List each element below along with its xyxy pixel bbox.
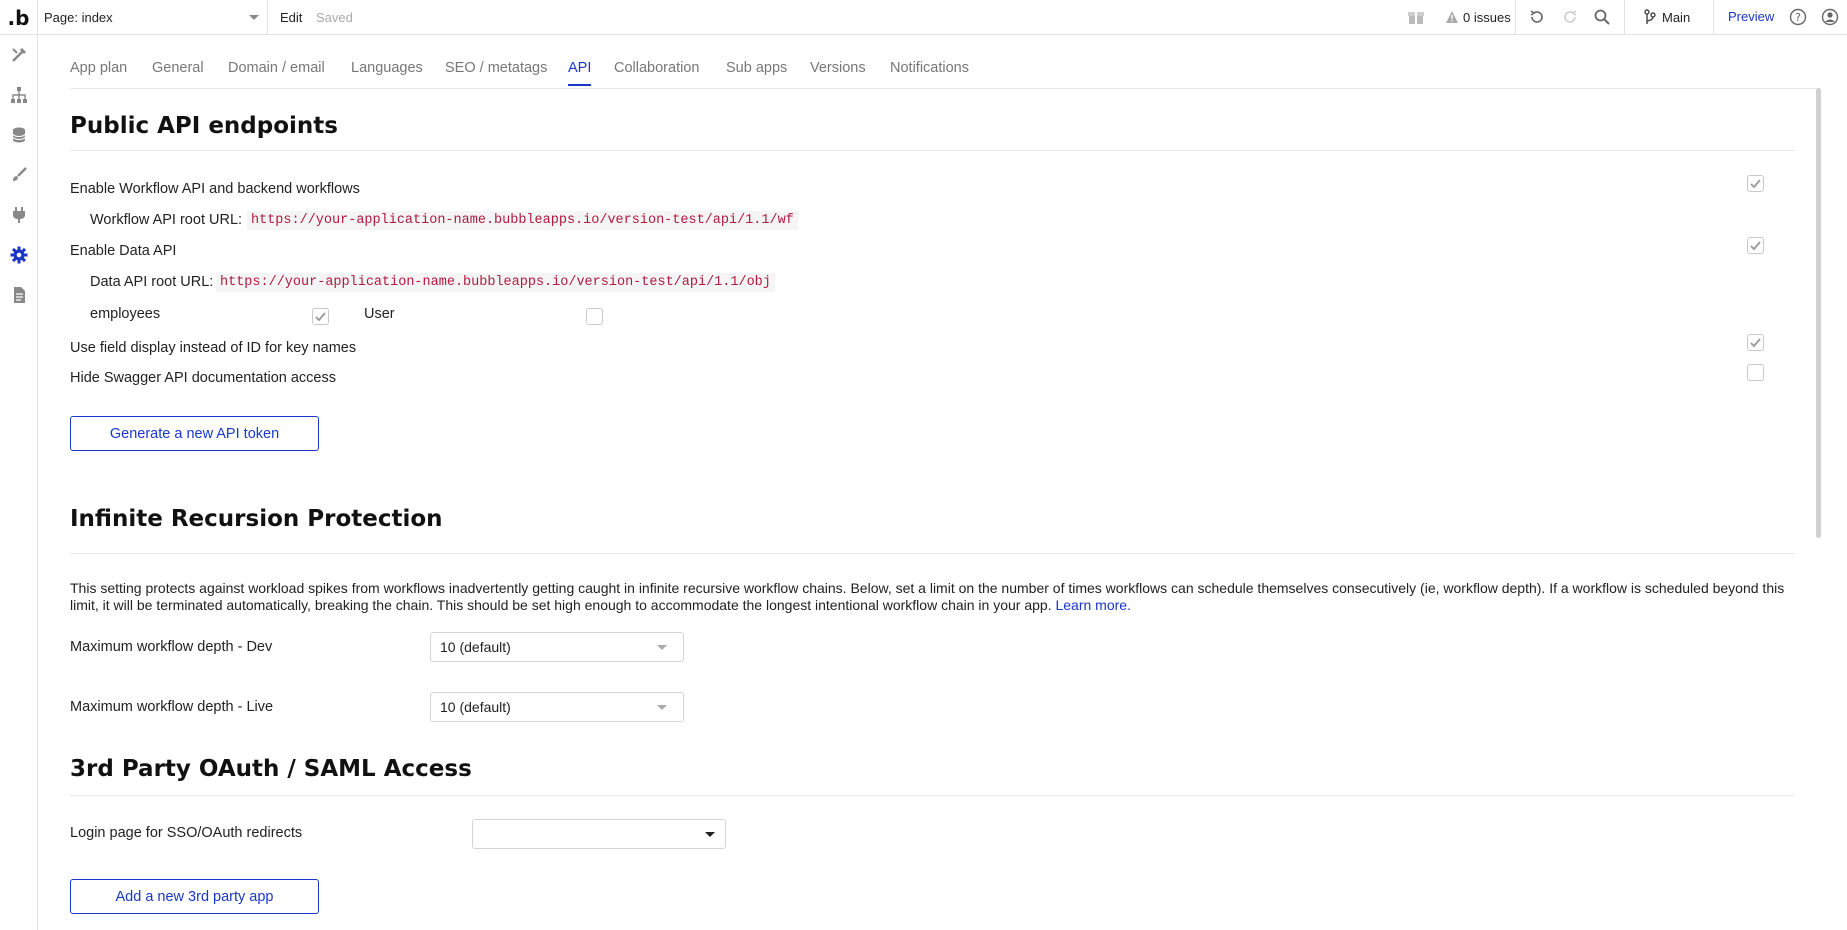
chevron-down-icon: [705, 832, 715, 837]
check-icon: [1750, 241, 1761, 251]
chevron-down-icon: [249, 15, 259, 20]
settings-gear-icon[interactable]: [9, 245, 29, 265]
page-selector[interactable]: Page: index: [38, 0, 268, 35]
learn-more-link[interactable]: Learn more.: [1055, 597, 1130, 613]
edit-menu[interactable]: Edit: [280, 10, 302, 25]
workflow-api-root-url: https://your-application-name.bubbleapps…: [247, 211, 798, 230]
section-divider: [70, 795, 1795, 796]
tab-domain-email[interactable]: Domain / email: [228, 60, 325, 76]
data-api-root-label: Data API root URL:: [90, 274, 214, 290]
preview-button[interactable]: Preview: [1728, 9, 1774, 24]
data-api-root-url: https://your-application-name.bubbleapps…: [216, 273, 775, 292]
workflow-api-root-label: Workflow API root URL:: [90, 212, 243, 228]
section-title-recursion: Infinite Recursion Protection: [70, 506, 443, 532]
design-icon[interactable]: [9, 45, 29, 65]
left-sidebar: [0, 35, 38, 930]
data-type-checkbox-user[interactable]: [586, 308, 603, 325]
top-bar: .b Page: index Edit Saved 0 issues Main …: [0, 0, 1847, 35]
check-icon: [1750, 338, 1761, 348]
enable-workflow-api-checkbox[interactable]: [1747, 175, 1764, 192]
page-selector-label: Page: index: [44, 10, 113, 25]
bubble-logo[interactable]: .b: [0, 0, 38, 35]
tab-collaboration[interactable]: Collaboration: [614, 60, 699, 76]
search-icon[interactable]: [1592, 7, 1612, 27]
max-depth-live-value: 10 (default): [440, 699, 511, 715]
tab-notifications[interactable]: Notifications: [890, 60, 969, 76]
enable-workflow-api-label: Enable Workflow API and backend workflow…: [70, 181, 360, 197]
tab-seo-metatags[interactable]: SEO / metatags: [445, 60, 547, 76]
tab-app-plan[interactable]: App plan: [70, 60, 127, 76]
hide-swagger-checkbox[interactable]: [1747, 364, 1764, 381]
user-avatar-icon[interactable]: [1820, 7, 1840, 27]
help-icon[interactable]: ?: [1788, 7, 1808, 27]
branch-icon: [1640, 7, 1660, 27]
gift-icon[interactable]: [1406, 7, 1426, 27]
divider: [1624, 0, 1625, 35]
recursion-description-text: This setting protects against workload s…: [70, 580, 1785, 613]
saved-status: Saved: [316, 10, 353, 25]
max-depth-live-label: Maximum workflow depth - Live: [70, 699, 274, 715]
tab-sub-apps[interactable]: Sub apps: [726, 60, 787, 76]
hide-swagger-label: Hide Swagger API documentation access: [70, 370, 336, 386]
chevron-down-icon: [657, 645, 667, 650]
tab-general[interactable]: General: [152, 60, 204, 76]
field-display-checkbox[interactable]: [1747, 334, 1764, 351]
data-type-checkbox-employees[interactable]: [312, 308, 329, 325]
data-type-label-employees: employees: [90, 306, 161, 322]
branch-selector[interactable]: Main: [1662, 10, 1690, 25]
svg-text:?: ?: [1795, 11, 1801, 24]
tabs-divider: [70, 88, 1820, 89]
login-page-dropdown[interactable]: [472, 819, 726, 849]
tab-api[interactable]: API: [568, 60, 592, 86]
generate-api-token-button[interactable]: Generate a new API token: [70, 416, 319, 451]
enable-data-api-checkbox[interactable]: [1747, 237, 1764, 254]
section-divider: [70, 553, 1795, 554]
workflow-icon[interactable]: [9, 85, 29, 105]
login-page-label: Login page for SSO/OAuth redirects: [70, 825, 303, 841]
redo-icon[interactable]: [1560, 7, 1580, 27]
styles-brush-icon[interactable]: [9, 165, 29, 185]
max-depth-dev-label: Maximum workflow depth - Dev: [70, 639, 273, 655]
scrollbar[interactable]: [1816, 88, 1821, 538]
plugins-icon[interactable]: [9, 205, 29, 225]
divider: [1713, 0, 1714, 35]
enable-data-api-label: Enable Data API: [70, 243, 177, 259]
tab-languages[interactable]: Languages: [351, 60, 423, 76]
data-type-label-user: User: [364, 306, 395, 322]
undo-icon[interactable]: [1527, 7, 1547, 27]
add-third-party-app-button[interactable]: Add a new 3rd party app: [70, 879, 319, 914]
field-display-label: Use field display instead of ID for key …: [70, 340, 357, 356]
logs-document-icon[interactable]: [9, 285, 29, 305]
database-icon[interactable]: [9, 125, 29, 145]
chevron-down-icon: [657, 705, 667, 710]
check-icon: [315, 312, 326, 322]
tab-versions[interactable]: Versions: [810, 60, 866, 76]
max-depth-dev-dropdown[interactable]: 10 (default): [430, 632, 684, 662]
warning-icon: [1442, 7, 1462, 27]
max-depth-live-dropdown[interactable]: 10 (default): [430, 692, 684, 722]
section-divider: [70, 150, 1795, 151]
issues-button[interactable]: 0 issues: [1463, 10, 1511, 25]
recursion-description: This setting protects against workload s…: [70, 580, 1800, 614]
check-icon: [1750, 179, 1761, 189]
section-title-oauth: 3rd Party OAuth / SAML Access: [70, 756, 472, 782]
divider: [1515, 0, 1516, 35]
max-depth-dev-value: 10 (default): [440, 639, 511, 655]
section-title-public-api: Public API endpoints: [70, 113, 338, 139]
